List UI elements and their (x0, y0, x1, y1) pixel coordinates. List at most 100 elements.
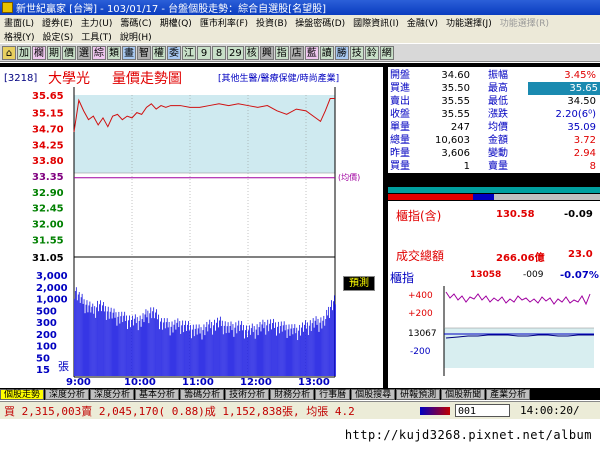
volume-bar (284, 330, 286, 376)
toolbar-button-23[interactable]: 鈴 (364, 45, 379, 60)
volume-bar (319, 322, 321, 376)
toolbar-button-3[interactable]: 價 (62, 45, 76, 60)
toolbar-button-14[interactable]: 29 (227, 45, 244, 60)
volume-bar (228, 332, 230, 376)
toolbar-button-5[interactable]: 綜 (92, 45, 106, 60)
volume-bar (111, 318, 113, 376)
mini-index-chart[interactable]: 櫃指 13058 -009 -0.07% +400 +200 13067 -20… (388, 266, 600, 388)
tab-4[interactable]: 籌碼分析 (180, 389, 225, 400)
volume-bar (271, 329, 272, 376)
tab-7[interactable]: 行事曆 (315, 389, 351, 400)
menu2-item-2[interactable]: 工具(T) (77, 30, 116, 43)
volume-bar (86, 300, 88, 376)
volume-bar (113, 308, 115, 376)
toolbar-button-24[interactable]: 網 (379, 45, 394, 60)
menu-item-7[interactable]: 操盤密碼(D) (291, 16, 349, 29)
toolbar-button-7[interactable]: 畫 (122, 45, 136, 60)
menu2-item-0[interactable]: 格視(Y) (0, 30, 39, 43)
volume-bar (222, 334, 224, 376)
volume-bar (139, 315, 141, 376)
toolbar-button-4[interactable]: 選 (77, 45, 91, 60)
volume-bar (190, 338, 192, 376)
volume-bar (236, 333, 238, 376)
menu-item-11[interactable]: 功能選擇(R) (496, 16, 553, 29)
toolbar-button-18[interactable]: 店 (289, 45, 304, 60)
tab-1[interactable]: 深度分析 (45, 389, 90, 400)
toolbar-button-1[interactable]: 欄 (32, 45, 46, 60)
volume-tick-8: 15 (36, 365, 50, 376)
volume-bar (288, 324, 290, 376)
stock-code: [3218] (4, 73, 37, 84)
toolbar-button-19[interactable]: 藍 (304, 45, 319, 60)
volume-bar (89, 301, 91, 376)
quote-label-r-7: 賣量 (488, 161, 508, 172)
home-icon[interactable]: ⌂ (2, 45, 16, 60)
tab-5[interactable]: 技術分析 (225, 389, 270, 400)
volume-bar (240, 324, 242, 376)
toolbar-button-11[interactable]: 江 (182, 45, 196, 60)
menu2-item-1[interactable]: 設定(S) (39, 30, 78, 43)
quote-value-r-6: 2.94 (573, 148, 596, 159)
volume-bar (195, 324, 197, 376)
volume-bar (311, 323, 313, 376)
tab-10[interactable]: 個股新聞 (441, 389, 486, 400)
toolbar-button-6[interactable]: 類 (107, 45, 121, 60)
toolbar-button-0[interactable]: 加 (17, 45, 31, 60)
volume-bar (304, 324, 305, 376)
volume-bar (117, 316, 119, 376)
menu-item-8[interactable]: 國際資訊(I) (349, 16, 403, 29)
volume-bar (161, 318, 162, 376)
menu-item-0[interactable]: 畫面(L) (0, 16, 38, 29)
tab-8[interactable]: 個股搜尋 (351, 389, 396, 400)
volume-bar (312, 318, 314, 376)
price-volume-chart[interactable]: [3218] 大學光 量價走勢圖 [其他生醫/醫療保健/時尚產業] (均價) 張… (0, 67, 383, 388)
toolbar-button-2[interactable]: 期 (47, 45, 61, 60)
toolbar-button-8[interactable]: 智 (137, 45, 151, 60)
menu-item-1[interactable]: 證券(E) (38, 16, 77, 29)
tab-6[interactable]: 財務分析 (270, 389, 315, 400)
volume-bar (205, 327, 207, 376)
menu-item-9[interactable]: 金融(V) (403, 16, 442, 29)
price-tick-1: 35.15 (32, 109, 64, 120)
volume-bar (190, 325, 191, 376)
tab-9[interactable]: 研報預測 (396, 389, 441, 400)
stock-name: 大學光 (48, 71, 90, 87)
volume-bar (313, 327, 315, 376)
menu-item-10[interactable]: 功能選擇(J) (442, 16, 496, 29)
tab-11[interactable]: 產業分析 (486, 389, 531, 400)
volume-bar (257, 335, 259, 376)
volume-bar (79, 302, 81, 376)
tab-2[interactable]: 深度分析 (90, 389, 135, 400)
volume-bar (137, 330, 139, 376)
volume-bar (277, 326, 278, 376)
stock-code-input[interactable]: 001 (455, 404, 510, 417)
toolbar-button-22[interactable]: 技 (349, 45, 364, 60)
toolbar-button-21[interactable]: 勝 (334, 45, 349, 60)
menu-item-3[interactable]: 籌碼(C) (116, 16, 155, 29)
volume-bar (252, 332, 254, 376)
volume-bar (153, 307, 155, 376)
toolbar-button-12[interactable]: 9 (197, 45, 211, 60)
forecast-button[interactable]: 預測 (343, 276, 375, 291)
toolbar-button-13[interactable]: 8 (212, 45, 226, 60)
menu2-item-3[interactable]: 說明(H) (116, 30, 156, 43)
toolbar-button-15[interactable]: 核 (244, 45, 259, 60)
volume-bar (245, 330, 246, 376)
quote-label-2: 賣出 (390, 96, 410, 107)
toolbar-button-9[interactable]: 權 (152, 45, 166, 60)
volume-bar (335, 304, 336, 376)
tab-3[interactable]: 基本分析 (135, 389, 180, 400)
quote-label-3: 收盤 (390, 109, 410, 120)
volume-bar (168, 321, 170, 376)
quote-label-5: 總量 (390, 135, 410, 146)
toolbar-button-16[interactable]: 興 (259, 45, 274, 60)
menu-item-5[interactable]: 匯市利率(F) (196, 16, 252, 29)
toolbar-button-10[interactable]: 委 (167, 45, 181, 60)
menu-item-6[interactable]: 投資(B) (252, 16, 291, 29)
volume-bar (138, 320, 140, 376)
tab-0[interactable]: 個股走勢 (0, 389, 45, 400)
menu-item-2[interactable]: 主力(U) (77, 16, 117, 29)
toolbar-button-20[interactable]: 讀 (319, 45, 334, 60)
menu-item-4[interactable]: 期權(Q) (156, 16, 196, 29)
toolbar-button-17[interactable]: 指 (274, 45, 289, 60)
